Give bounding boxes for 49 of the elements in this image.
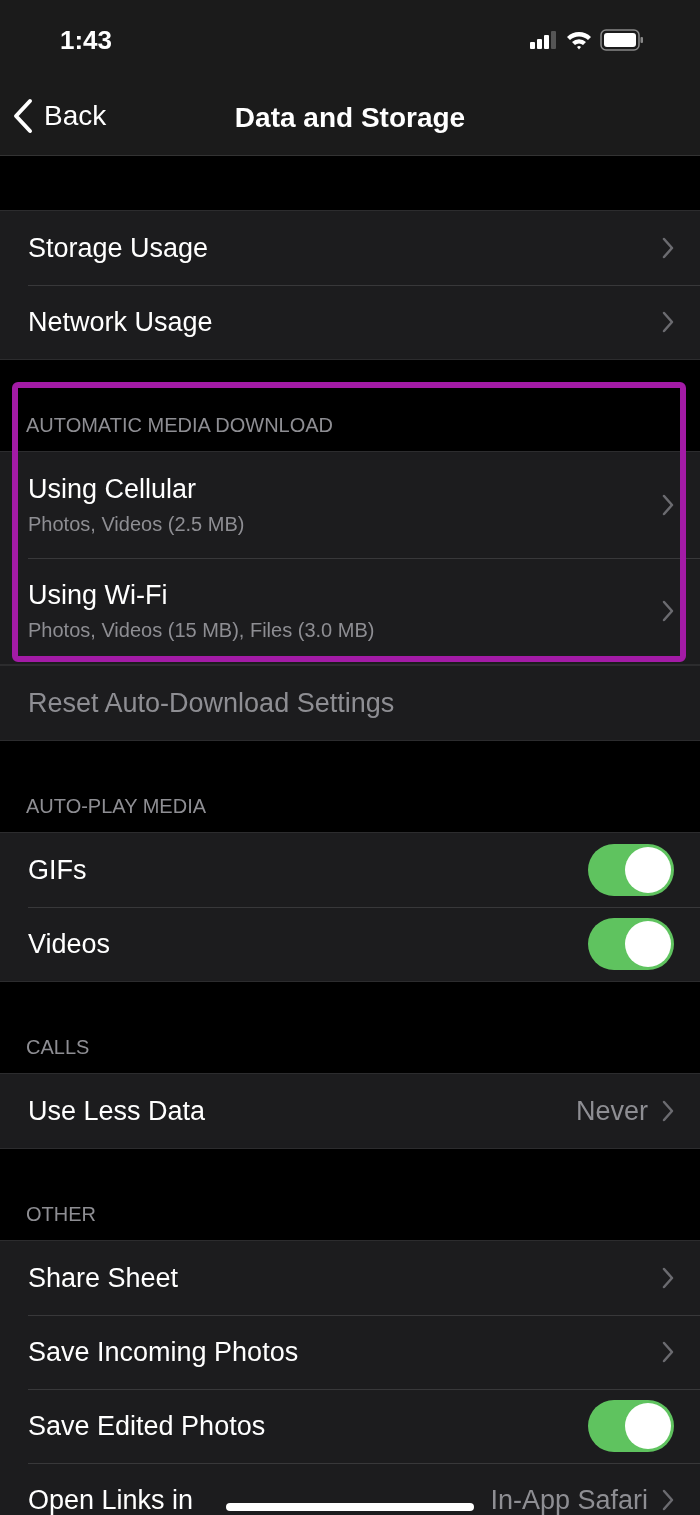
screen-title: Data and Storage	[234, 101, 466, 134]
chevron-right-icon	[662, 1100, 674, 1122]
chevron-left-icon	[12, 98, 34, 134]
toggle-switch[interactable]	[588, 1400, 674, 1452]
row-label: Share Sheet	[28, 1262, 179, 1294]
row-label: Use Less Data	[28, 1095, 206, 1127]
row-label: Videos	[28, 928, 111, 960]
section-header: CALLS	[26, 1036, 90, 1059]
row-label: Using Cellular	[28, 474, 197, 505]
battery-icon	[600, 29, 644, 51]
back-button[interactable]: Back	[12, 98, 107, 134]
settings-row[interactable]: Videos	[0, 907, 700, 981]
section-header: OTHER	[26, 1203, 96, 1226]
row-value: In-App Safari	[490, 1484, 648, 1515]
settings-row[interactable]: Save Edited Photos	[0, 1389, 700, 1463]
settings-row[interactable]: Network Usage	[0, 285, 700, 359]
chevron-right-icon	[662, 237, 674, 259]
settings-row[interactable]: Share Sheet	[0, 1241, 700, 1315]
settings-row[interactable]: Open Links in In-App Safari	[0, 1463, 700, 1515]
toggle-switch[interactable]	[588, 918, 674, 970]
section-header: AUTOMATIC MEDIA DOWNLOAD	[26, 414, 334, 437]
settings-row[interactable]: Save Incoming Photos	[0, 1315, 700, 1389]
settings-row[interactable]: Using Cellular Photos, Videos (2.5 MB)	[0, 452, 700, 558]
row-value: Never	[575, 1095, 648, 1127]
signal-icon	[530, 31, 558, 49]
row-label: Network Usage	[28, 306, 213, 338]
chevron-right-icon	[662, 1341, 674, 1363]
chevron-right-icon	[662, 1267, 674, 1289]
row-label: Save Edited Photos	[28, 1410, 266, 1442]
chevron-right-icon	[662, 600, 674, 622]
row-label: Open Links in	[28, 1484, 194, 1515]
row-label: Reset Auto-Download Settings	[28, 687, 395, 719]
status-time: 1:43	[60, 24, 113, 56]
settings-row[interactable]: GIFs	[0, 833, 700, 907]
chevron-right-icon	[662, 494, 674, 516]
wifi-icon	[566, 30, 592, 50]
section-header: AUTO-PLAY MEDIA	[26, 795, 207, 818]
row-subtitle: Photos, Videos (2.5 MB)	[28, 513, 245, 536]
chevron-right-icon	[662, 311, 674, 333]
chevron-right-icon	[662, 1489, 674, 1511]
row-subtitle: Photos, Videos (15 MB), Files (3.0 MB)	[28, 619, 375, 642]
settings-row[interactable]: Using Wi-Fi Photos, Videos (15 MB), Files (3.0 MB)	[0, 558, 700, 664]
settings-row[interactable]: Storage Usage	[0, 211, 700, 285]
toggle-switch[interactable]	[588, 844, 674, 896]
row-label: Storage Usage	[28, 232, 209, 264]
row-label: Using Wi-Fi	[28, 580, 168, 611]
row-label: GIFs	[28, 854, 87, 886]
row-label: Save Incoming Photos	[28, 1336, 299, 1368]
settings-row[interactable]: Use Less Data Never	[0, 1074, 700, 1148]
